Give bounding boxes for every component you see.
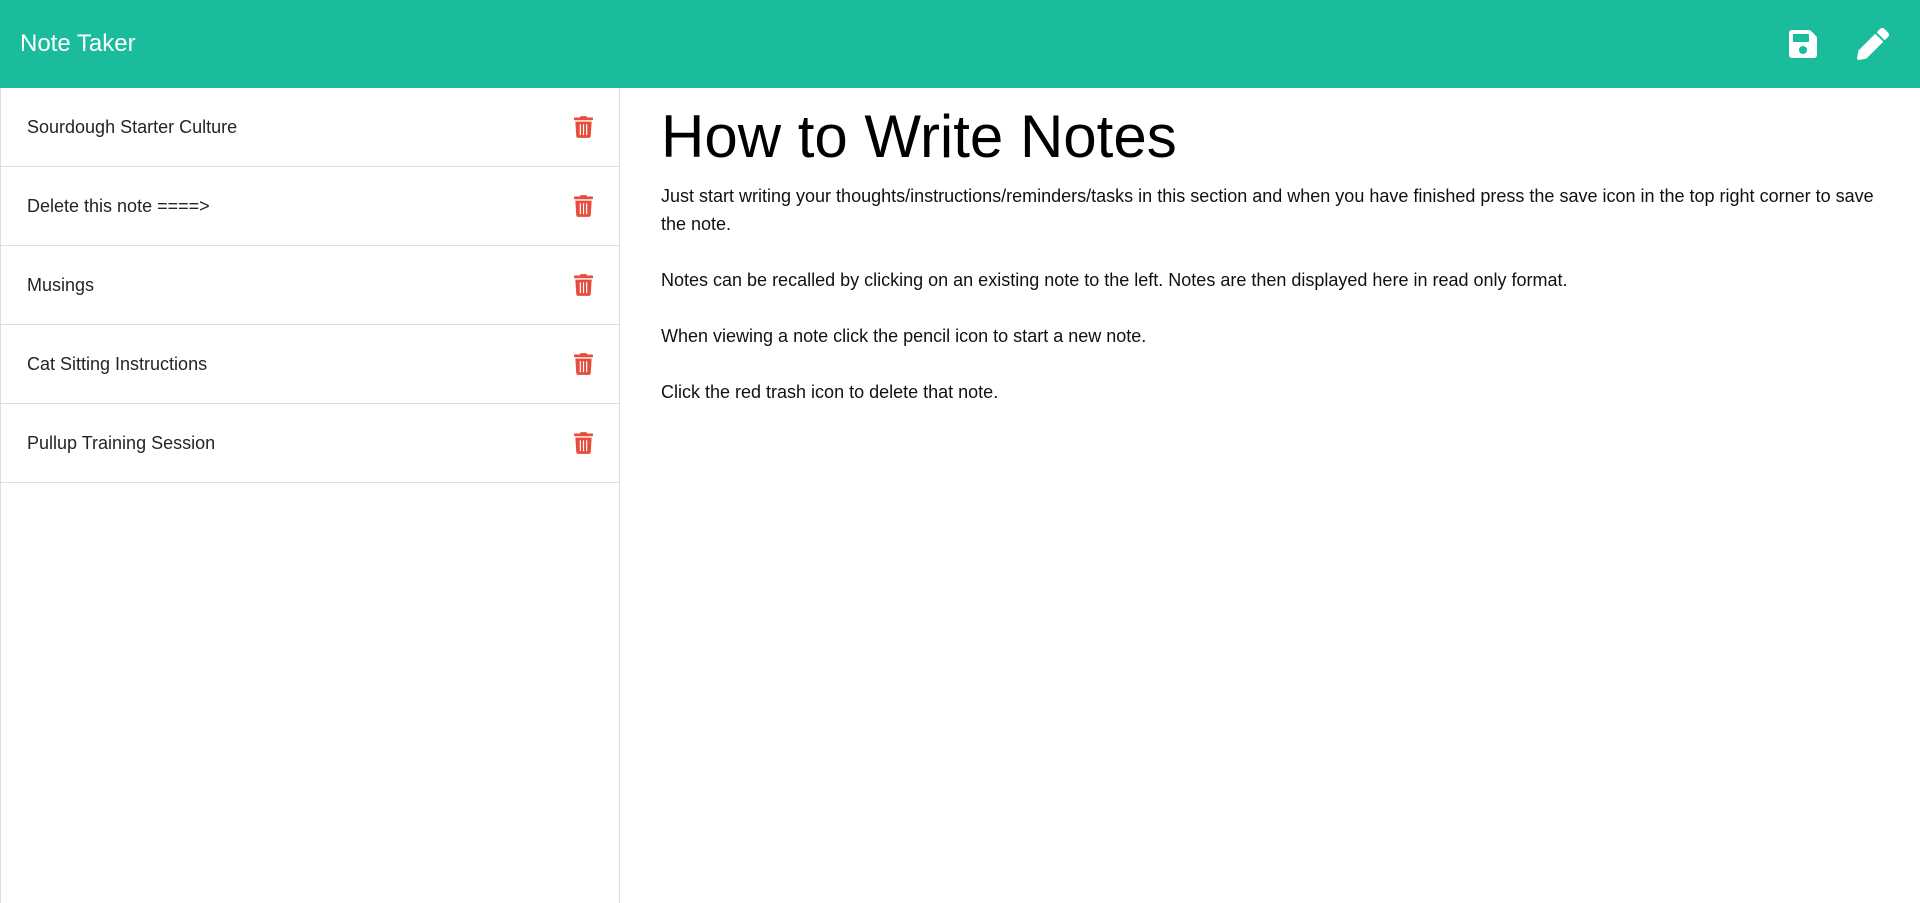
app-title[interactable]: Note Taker [20,30,136,58]
list-item[interactable]: Pullup Training Session [1,404,619,483]
list-item[interactable]: Musings [1,246,619,325]
trash-icon[interactable] [572,351,594,377]
trash-icon[interactable] [572,114,594,140]
note-paragraph: Notes can be recalled by clicking on an … [661,270,1568,290]
note-list: Sourdough Starter Culture Delete this no… [1,88,619,483]
note-view: How to Write Notes Just start writing yo… [661,88,1881,434]
pencil-icon[interactable] [1856,27,1890,61]
note-heading[interactable]: How to Write Notes [661,104,1881,170]
note-title[interactable]: Cat Sitting Instructions [27,354,207,375]
list-item[interactable]: Delete this note ====> [1,167,619,246]
note-title[interactable]: Musings [27,275,94,296]
note-paragraph: When viewing a note click the pencil ico… [661,326,1147,346]
note-title[interactable]: Pullup Training Session [27,433,215,454]
note-paragraph: Click the red trash icon to delete that … [661,382,999,402]
trash-icon[interactable] [572,430,594,456]
list-item[interactable]: Cat Sitting Instructions [1,325,619,404]
toolbar [1786,27,1890,61]
note-paragraph: Just start writing your thoughts/instruc… [661,186,1874,234]
trash-icon[interactable] [572,193,594,219]
trash-icon[interactable] [572,272,594,298]
list-item[interactable]: Sourdough Starter Culture [1,88,619,167]
save-icon[interactable] [1786,27,1820,61]
note-body[interactable]: Just start writing your thoughts/instruc… [661,182,1881,406]
note-title[interactable]: Delete this note ====> [27,196,210,217]
navbar: Note Taker [0,0,1920,88]
note-title[interactable]: Sourdough Starter Culture [27,117,237,138]
note-sidebar: Sourdough Starter Culture Delete this no… [0,88,620,903]
